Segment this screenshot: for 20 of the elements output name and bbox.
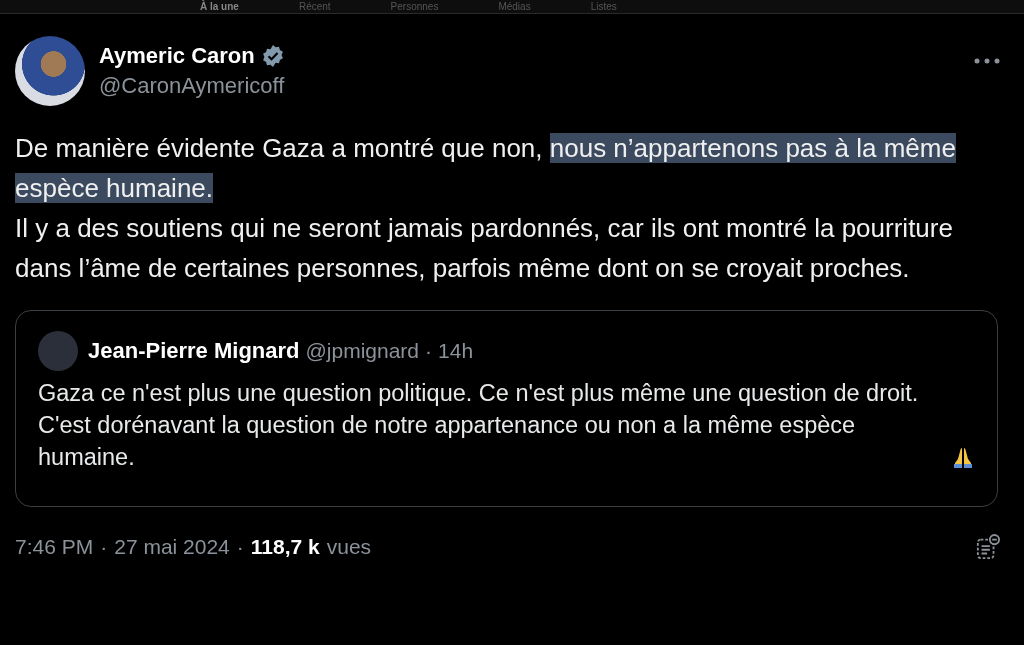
tweet-text: Il y a des soutiens qui ne seront jamais pardonnés, car ils ont montré la pourriture dans l’âme de certaines personnes, parfois même dont on se croyait proches.	[15, 212, 954, 285]
view-count: 118,7 k	[250, 535, 320, 559]
tweet-text: De manière évidente Gaza a montré que non, nous n’appartenons pas à la même espèce humaine.	[15, 132, 957, 205]
quoted-author-handle[interactable]: @jpmignard	[305, 339, 420, 363]
separator-dot: ·	[100, 535, 108, 559]
quoted-tweet-text: Gaza ce n'est plus une question politique. Ce n'est plus même une question de droit. C'est dorénavant la question de notre appartenance ou non a la même espèce humaine.	[38, 379, 920, 472]
more-options-icon[interactable]	[974, 58, 1000, 64]
author-handle[interactable]: @CaronAymericoff	[99, 73, 960, 99]
tweet-time[interactable]: 7:46 PM	[15, 535, 94, 559]
tweet-date[interactable]: 27 mai 2024	[114, 535, 230, 559]
author-name[interactable]: Aymeric Caron	[99, 43, 255, 69]
quoted-tweet-card[interactable]	[15, 310, 998, 507]
quoted-tweet-time: 14h	[438, 339, 474, 363]
document-minus-icon[interactable]	[976, 533, 1000, 561]
views-label: vues	[326, 535, 372, 559]
separator-dot: ·	[236, 535, 244, 559]
quoted-author-name[interactable]: Jean-Pierre Mignard	[88, 338, 300, 364]
tab[interactable]: À la une	[200, 0, 239, 13]
praying-hands-icon	[951, 445, 975, 469]
separator-dot: ·	[425, 339, 433, 363]
